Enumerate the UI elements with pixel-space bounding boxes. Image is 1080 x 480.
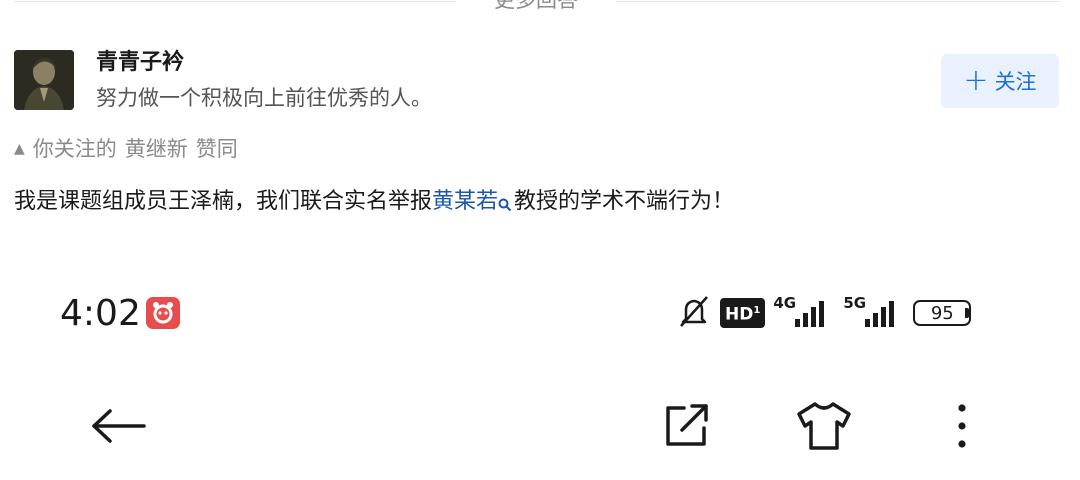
author-bio: 努力做一个积极向上前往优秀的人。 [96,86,432,110]
answer-text-after: 教授的学术不端行为！ [514,189,735,214]
status-icons: HD1 4G 5G 95 [676,293,972,333]
battery-icon: 95 [913,300,972,326]
signal-5g-icon: 5G [843,295,905,331]
endorsement-action: 赞同 [195,137,238,161]
more-answers-label[interactable]: 更多回答 [456,0,616,13]
share-icon [660,400,712,456]
battery-level: 95 [913,300,972,326]
more-vertical-icon [956,400,968,456]
divider-line-right [616,1,1060,2]
shirt-icon [795,400,853,456]
upvote-triangle-icon: ▲ [14,141,25,157]
answer-text[interactable]: 我是课题组成员王泽楠，我们联合实名举报黄某若 教授的学术不端行为！ [14,186,734,222]
alarm-app-icon [146,297,180,329]
more-answers-divider: 更多回答 [0,0,1080,20]
bell-off-icon [676,293,712,333]
signal-4g-icon: 4G [773,295,835,331]
follow-button[interactable]: + 关注 [941,54,1059,108]
search-icon[interactable] [498,190,512,222]
endorsement-user[interactable]: 黄继新 [125,134,188,164]
hd-badge: HD1 [720,298,766,328]
theme-button[interactable] [792,396,856,460]
endorsement-prefix: 你关注的 [32,137,117,161]
divider-line-left [14,1,456,2]
more-button[interactable] [930,396,994,460]
status-time: 4:02 [60,293,141,334]
follow-label: 关注 [994,70,1037,94]
search-link[interactable]: 黄某若 [432,189,498,214]
answer-text-before: 我是课题组成员王泽楠，我们联合实名举报 [14,189,433,214]
share-button[interactable] [654,396,718,460]
avatar[interactable] [14,50,74,110]
author-name[interactable]: 青青子衿 [96,48,184,78]
back-button[interactable] [86,396,150,460]
endorsement-line: ▲ 你关注的 黄继新 赞同 [14,134,238,164]
back-arrow-icon [88,406,148,450]
plus-icon: + [963,63,989,98]
